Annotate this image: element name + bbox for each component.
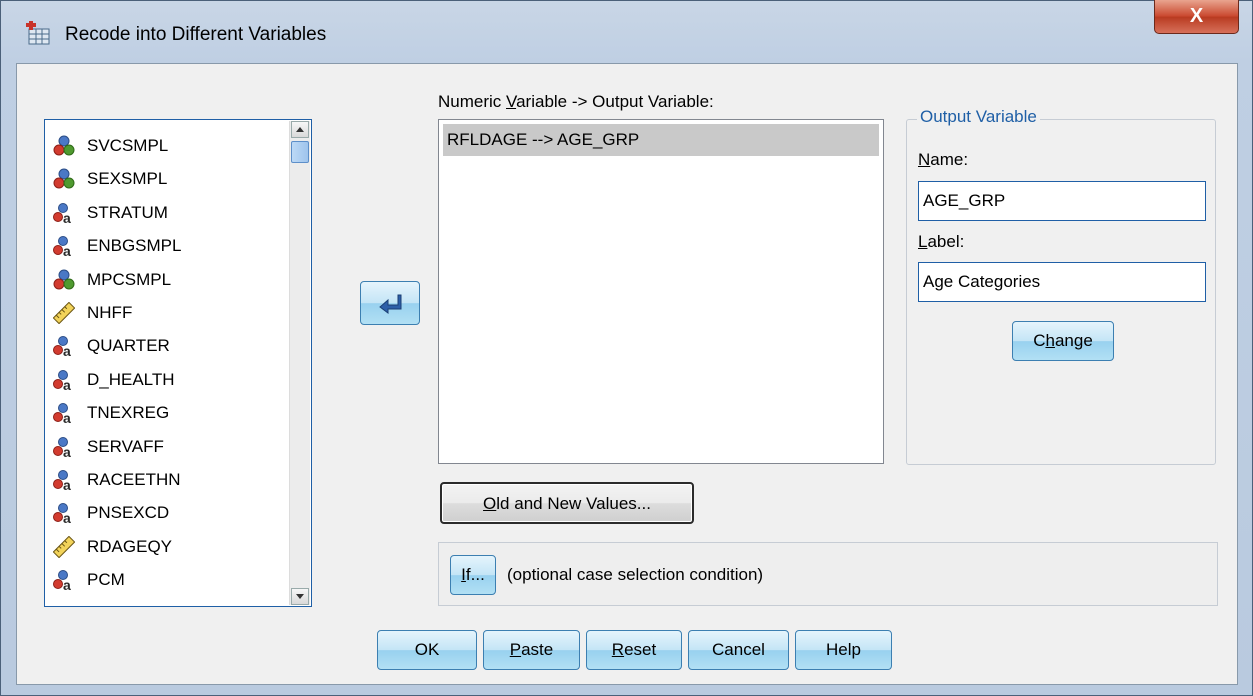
mapping-list[interactable]: RFLDAGE --> AGE_GRP: [438, 119, 884, 464]
scroll-down-arrow-icon: [296, 594, 304, 599]
variable-list-item[interactable]: a PCM: [53, 567, 125, 593]
source-variable-list[interactable]: SVCSMPL SEXSMPL a STRATUM a ENBGSMPL MPCSMPL NH…: [44, 119, 312, 607]
variable-name: D_HEALTH: [87, 369, 175, 389]
variable-name: NHFF: [87, 303, 133, 322]
old-and-new-values-button[interactable]: Old and New Values...: [440, 482, 694, 524]
spss-recode-app-icon: [26, 21, 50, 45]
window-title: Recode into Different Variables: [65, 24, 327, 45]
svg-text:a: a: [63, 210, 71, 224]
output-variable-group: Output Variable Name: AGE_GRP Label: Age…: [906, 107, 1216, 465]
scroll-thumb[interactable]: [291, 141, 309, 163]
variable-name: SEXSMPL: [87, 169, 168, 189]
variable-list-item[interactable]: RDAGEQY: [53, 534, 172, 560]
dialog-client-area: SVCSMPL SEXSMPL a STRATUM a ENBGSMPL MPCSMPL NH…: [16, 63, 1238, 685]
variable-list-item[interactable]: SEXSMPL: [53, 166, 167, 192]
mapping-list-label: Numeric Variable -> Output Variable:: [438, 92, 714, 111]
output-name-field[interactable]: AGE_GRP: [918, 181, 1206, 221]
recode-dialog-window: Recode into Different Variables X SVCSMP…: [0, 0, 1253, 696]
svg-text:a: a: [63, 510, 71, 524]
mapping-list-item-selected[interactable]: RFLDAGE --> AGE_GRP: [443, 124, 879, 156]
svg-text:a: a: [63, 377, 71, 391]
change-button[interactable]: Change: [1012, 321, 1114, 361]
if-condition-text: (optional case selection condition): [507, 565, 764, 584]
name-label: Name:: [918, 150, 969, 169]
variable-name: SVCSMPL: [87, 136, 169, 155]
if-button[interactable]: If...: [450, 555, 496, 595]
variable-name: ENBGSMPL: [87, 236, 182, 256]
ok-button[interactable]: OK: [377, 630, 477, 670]
label-label: Label:: [918, 232, 965, 251]
variable-list-item[interactable]: a PNSEXCD: [53, 500, 169, 526]
scale-ruler-icon: [53, 535, 81, 558]
reset-button[interactable]: Reset: [586, 630, 682, 670]
svg-text:a: a: [63, 243, 71, 257]
nominal-string-icon: a: [53, 202, 81, 224]
close-icon: X: [1189, 5, 1204, 27]
scroll-up-button[interactable]: [291, 121, 309, 138]
variable-name: QUARTER: [87, 336, 170, 356]
nominal-icon: [53, 168, 81, 190]
nominal-string-icon: a: [53, 469, 81, 491]
help-button[interactable]: Help: [795, 630, 892, 670]
move-variable-button[interactable]: [360, 281, 420, 325]
scale-ruler-icon: [53, 302, 81, 324]
svg-text:a: a: [63, 343, 71, 357]
variable-name: RDAGEQY: [87, 536, 173, 556]
nominal-string-icon: a: [53, 569, 81, 591]
variable-name: STRATUM: [87, 202, 168, 222]
nominal-string-icon: a: [53, 369, 81, 391]
variable-list-item[interactable]: a D_HEALTH: [53, 367, 175, 393]
variable-list-item[interactable]: MPCSMPL: [53, 267, 171, 293]
variable-name: TNEXREG: [87, 403, 170, 423]
svg-text:a: a: [63, 477, 71, 491]
paste-button[interactable]: Paste: [483, 630, 580, 670]
variable-list-item[interactable]: SVCSMPL: [53, 133, 168, 159]
variable-list-item[interactable]: a RACEETHN: [53, 467, 181, 493]
nominal-string-icon: a: [53, 502, 81, 524]
output-label-field[interactable]: Age Categories: [918, 262, 1206, 302]
svg-text:a: a: [63, 410, 71, 424]
variable-list-item[interactable]: a TNEXREG: [53, 400, 169, 426]
nominal-icon: [53, 269, 81, 291]
cancel-button[interactable]: Cancel: [688, 630, 789, 670]
close-button[interactable]: X: [1154, 0, 1239, 34]
if-condition-panel: If... (optional case selection condition…: [438, 542, 1218, 606]
variable-name: SERVAFF: [87, 436, 164, 456]
nominal-string-icon: a: [53, 335, 81, 357]
nominal-string-icon: a: [53, 436, 81, 458]
move-arrow-icon: [379, 294, 402, 314]
variable-name: RACEETHN: [87, 470, 181, 489]
variable-name: MPCSMPL: [87, 269, 172, 289]
nominal-string-icon: a: [53, 402, 81, 424]
svg-text:a: a: [63, 444, 71, 458]
variable-list-scrollbar[interactable]: [289, 121, 310, 605]
variable-list-item[interactable]: a QUARTER: [53, 333, 170, 359]
variable-name: PNSEXCD: [87, 503, 170, 523]
svg-text:a: a: [63, 577, 71, 591]
output-variable-group-title: Output Variable: [917, 107, 1040, 127]
variable-list-item[interactable]: a STRATUM: [53, 200, 168, 226]
variable-list-item[interactable]: a SERVAFF: [53, 434, 164, 460]
variable-list-item[interactable]: a ENBGSMPL: [53, 233, 181, 259]
nominal-string-icon: a: [53, 235, 81, 257]
variable-name: PCM: [87, 570, 125, 590]
nominal-icon: [53, 135, 81, 157]
variable-list-item[interactable]: NHFF: [53, 300, 132, 326]
title-bar[interactable]: Recode into Different Variables X: [1, 0, 1252, 63]
scroll-down-button[interactable]: [291, 588, 309, 605]
scroll-up-arrow-icon: [296, 127, 304, 132]
